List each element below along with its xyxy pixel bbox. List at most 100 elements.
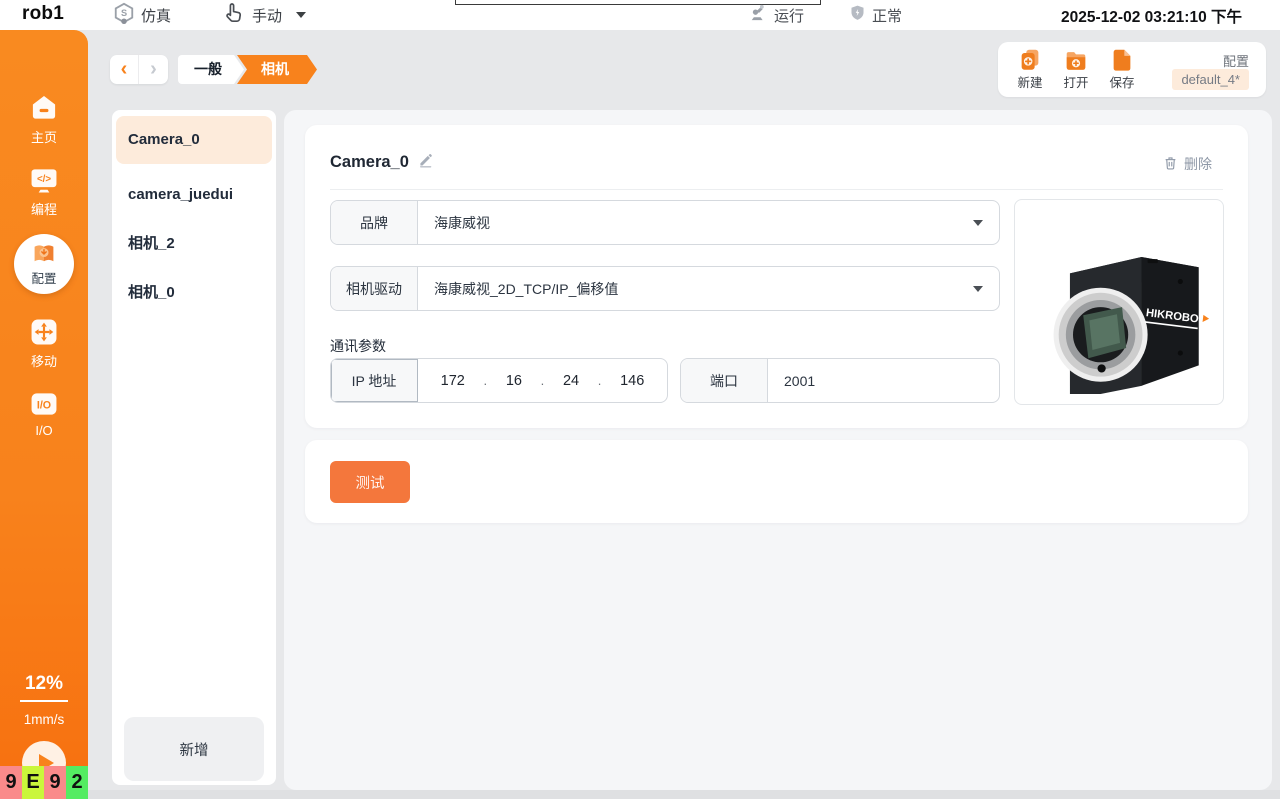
- driver-value: 海康威视_2D_TCP/IP_偏移值: [434, 279, 618, 299]
- tab-general[interactable]: 一般: [178, 55, 244, 84]
- camera-form-card: Camera_0 删除 品牌: [305, 125, 1248, 428]
- divider: [330, 189, 1223, 190]
- camera-list-panel: Camera_0 camera_juedui 相机_2 相机_0 新增: [112, 110, 276, 785]
- open-config-label: 打开: [1058, 72, 1094, 91]
- save-config-button[interactable]: 保存: [1104, 47, 1140, 91]
- status-label: 正常: [872, 5, 902, 26]
- edit-name-icon[interactable]: [418, 152, 434, 173]
- io-icon: I/O: [28, 388, 60, 420]
- speed-percent[interactable]: 12%: [0, 673, 88, 702]
- list-item-camera-0[interactable]: Camera_0: [116, 116, 272, 164]
- back-button[interactable]: ‹: [110, 55, 139, 84]
- brand-value: 海康威视: [434, 213, 490, 233]
- list-item-camera-juedui[interactable]: camera_juedui: [112, 170, 276, 219]
- history-nav: ‹ ›: [110, 55, 168, 84]
- sidebar-item-label: 编程: [0, 199, 88, 218]
- top-bar: rob1 S 仿真 手动 运行: [0, 0, 1280, 30]
- list-item-xiangji-0[interactable]: 相机_0: [112, 268, 276, 317]
- brand-label: 品牌: [331, 201, 418, 244]
- sidebar-item-move[interactable]: 移动: [0, 316, 88, 370]
- ip-dot: .: [541, 373, 545, 388]
- chevron-down-icon[interactable]: [296, 12, 306, 18]
- simulation-label: 仿真: [141, 5, 171, 26]
- debug-tile: 9: [0, 766, 22, 799]
- config-file-toolbar: 新建 打开 保存 配置 default_4*: [998, 42, 1266, 97]
- driver-select[interactable]: 海康威视_2D_TCP/IP_偏移值: [418, 267, 999, 310]
- manual-mode-label: 手动: [252, 5, 282, 26]
- robot-icon: [748, 3, 768, 27]
- health-status[interactable]: 正常: [849, 0, 902, 30]
- brand-field: 品牌 海康威视: [330, 200, 1000, 245]
- simulation-icon: S: [113, 2, 135, 28]
- industrial-camera-illustration: HIKROBOT: [1027, 210, 1211, 394]
- tab-camera[interactable]: 相机: [237, 55, 317, 84]
- ip-octet-4[interactable]: 146: [620, 373, 644, 389]
- ip-dot: .: [598, 373, 602, 388]
- test-button[interactable]: 测试: [330, 461, 410, 503]
- sidebar-item-label: 移动: [0, 351, 88, 370]
- forward-button[interactable]: ›: [139, 55, 168, 84]
- datetime-display: 2025-12-02 03:21:10 下午: [1061, 5, 1242, 27]
- brand-select[interactable]: 海康威视: [418, 201, 999, 244]
- run-status[interactable]: 运行: [748, 0, 804, 30]
- delete-label: 删除: [1184, 154, 1212, 174]
- comm-params-title: 通讯参数: [330, 336, 386, 356]
- new-config-label: 新建: [1012, 72, 1048, 91]
- shield-icon: [849, 4, 866, 26]
- port-label: 端口: [681, 359, 768, 402]
- run-label: 运行: [774, 5, 804, 26]
- port-value: 2001: [784, 373, 815, 389]
- dropdown-caret-icon[interactable]: [973, 286, 983, 292]
- ip-octet-1[interactable]: 172: [441, 373, 465, 389]
- camera-title: Camera_0: [330, 153, 409, 172]
- move-icon: [28, 316, 60, 348]
- sidebar-item-label: 配置: [31, 268, 56, 287]
- hand-icon: [222, 1, 246, 29]
- svg-text:</>: </>: [37, 174, 51, 185]
- open-folder-icon: [1063, 47, 1089, 73]
- config-label: 配置: [1223, 51, 1249, 70]
- svg-text:I/O: I/O: [37, 399, 51, 411]
- home-icon: [28, 92, 60, 124]
- sidebar-item-home[interactable]: 主页: [0, 92, 88, 146]
- add-camera-button[interactable]: 新增: [124, 717, 264, 781]
- ip-label: IP 地址: [331, 359, 418, 402]
- driver-label: 相机驱动: [331, 267, 418, 310]
- driver-field: 相机驱动 海康威视_2D_TCP/IP_偏移值: [330, 266, 1000, 311]
- debug-tiles: 9 E 9 2: [0, 766, 88, 799]
- ip-dot: .: [484, 373, 488, 388]
- trash-icon: [1163, 155, 1178, 174]
- delete-camera-button[interactable]: 删除: [1163, 154, 1212, 174]
- sidebar-item-config-selected[interactable]: 配置: [14, 234, 74, 294]
- ip-input[interactable]: 172 . 16 . 24 . 146: [418, 359, 667, 402]
- list-item-xiangji-2[interactable]: 相机_2: [112, 219, 276, 268]
- ip-octet-3[interactable]: 24: [563, 373, 579, 389]
- camera-title-row: Camera_0: [330, 152, 434, 173]
- app-title: rob1: [22, 3, 64, 25]
- file-actions: 新建 打开 保存: [1012, 47, 1140, 91]
- code-icon: </>: [28, 164, 60, 196]
- ip-octet-2[interactable]: 16: [506, 373, 522, 389]
- save-file-icon: [1109, 47, 1135, 73]
- debug-tile: 9: [44, 766, 66, 799]
- new-config-button[interactable]: 新建: [1012, 47, 1048, 91]
- config-tabs: 一般 相机: [178, 55, 317, 84]
- config-name-badge[interactable]: default_4*: [1172, 69, 1249, 90]
- manual-mode-button[interactable]: 手动: [222, 0, 306, 30]
- simulation-button[interactable]: S 仿真: [113, 0, 171, 30]
- bottom-strip: [0, 790, 1280, 799]
- test-card: 测试: [305, 440, 1248, 523]
- sidebar-item-io[interactable]: I/O I/O: [0, 388, 88, 438]
- ip-field: IP 地址 172 . 16 . 24 . 146: [330, 358, 668, 403]
- sidebar: 主页 </> 编程 配置: [0, 30, 88, 799]
- open-config-button[interactable]: 打开: [1058, 47, 1094, 91]
- sidebar-item-label: 主页: [0, 127, 88, 146]
- camera-detail-panel: Camera_0 删除 品牌: [284, 110, 1272, 790]
- sidebar-item-programming[interactable]: </> 编程: [0, 164, 88, 218]
- dropdown-caret-icon[interactable]: [973, 220, 983, 226]
- debug-tile: E: [22, 766, 44, 799]
- speed-rate: 1mm/s: [0, 712, 88, 727]
- save-config-label: 保存: [1104, 72, 1140, 91]
- svg-text:S: S: [121, 8, 127, 18]
- port-input[interactable]: 2001: [768, 359, 999, 402]
